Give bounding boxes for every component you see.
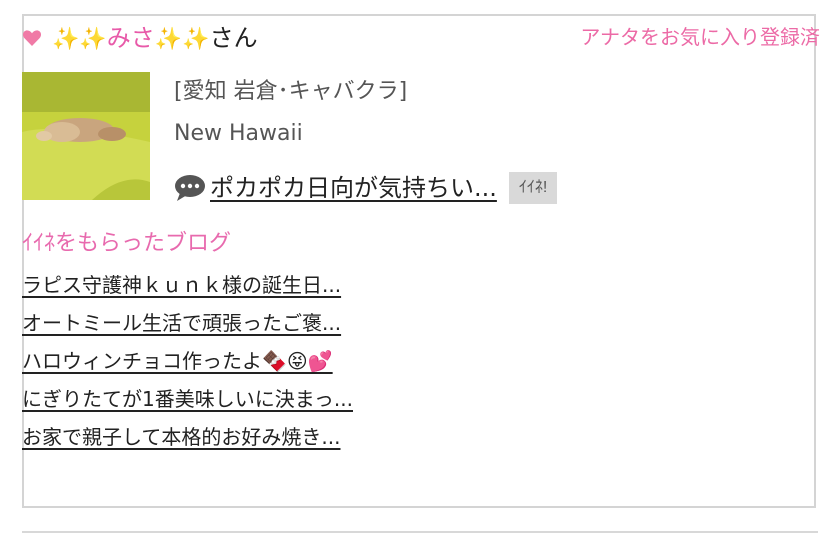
profile-header: ✨✨みさ✨✨さん アナタをお気に入り登録済 <box>22 22 820 58</box>
list-item: にぎりたてが1番美味しいに決まっ... <box>22 384 353 422</box>
user-name-core: みさ <box>106 24 155 52</box>
profile-photo[interactable] <box>22 72 150 200</box>
shop-name[interactable]: New Hawaii <box>174 118 407 150</box>
liked-blogs-list: ラピス守護神ｋｕｎｋ様の誕生日... オートミール生活で頑張ったご褒... ハロ… <box>22 270 353 460</box>
heart-icon <box>22 30 42 46</box>
blog-link[interactable]: ハロウィンチョコ作ったよ🍫😝💕 <box>22 349 333 373</box>
user-name[interactable]: ✨✨みさ✨✨さん <box>52 22 258 56</box>
list-item: ラピス守護神ｋｕｎｋ様の誕生日... <box>22 270 353 308</box>
favorite-status[interactable]: アナタをお気に入り登録済 <box>580 22 820 52</box>
sparkles-icon: ✨✨ <box>52 27 107 52</box>
latest-post: ポカポカ日向が気持ちい... ｲｲﾈ! <box>174 168 558 208</box>
list-item: お家で親子して本格的お好み焼き... <box>22 422 353 460</box>
list-item: オートミール生活で頑張ったご褒... <box>22 308 353 346</box>
blog-link[interactable]: ラピス守護神ｋｕｎｋ様の誕生日... <box>22 273 341 297</box>
speech-bubble-icon <box>175 175 205 201</box>
profile-info: [愛知 岩倉･キャバクラ] New Hawaii <box>174 76 407 150</box>
blog-link[interactable]: にぎりたてが1番美味しいに決まっ... <box>22 387 353 411</box>
blog-link[interactable]: オートミール生活で頑張ったご褒... <box>22 311 341 335</box>
like-button[interactable]: ｲｲﾈ! <box>508 172 558 204</box>
area-label: [愛知 岩倉･キャバクラ] <box>174 79 408 104</box>
list-item: ハロウィンチョコ作ったよ🍫😝💕 <box>22 346 353 384</box>
honorific: さん <box>209 24 258 52</box>
liked-blogs-heading: ｲｲﾈをもらったブログ <box>22 231 232 256</box>
post-title-link[interactable]: ポカポカ日向が気持ちい... <box>210 172 497 204</box>
blog-link[interactable]: お家で親子して本格的お好み焼き... <box>22 425 340 449</box>
sparkles-icon: ✨✨ <box>154 27 210 52</box>
